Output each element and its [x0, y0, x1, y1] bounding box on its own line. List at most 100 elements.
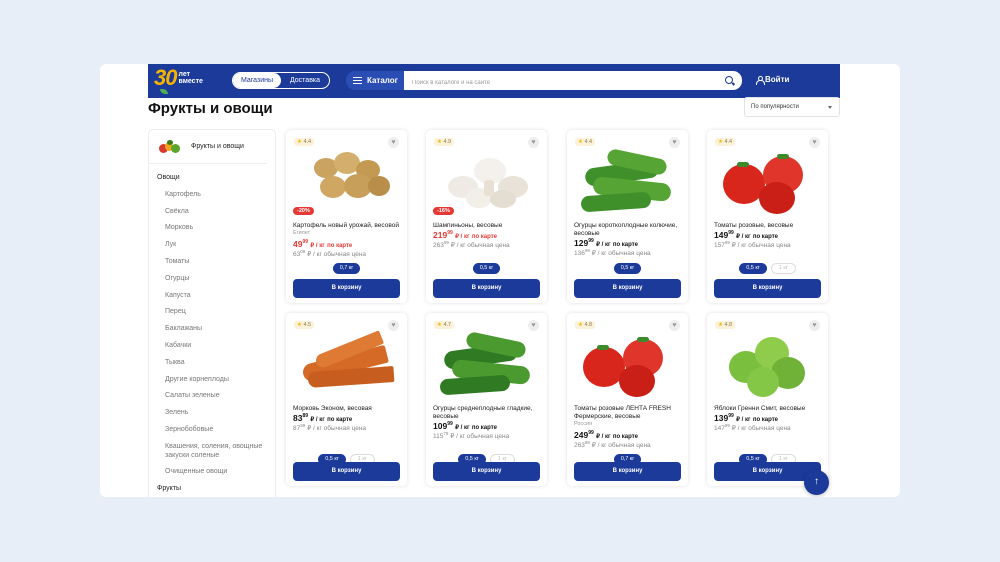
regular-unit: ₽ / кг обычная цена	[307, 251, 367, 259]
menu-icon	[353, 77, 362, 84]
product-card[interactable]: ★ 4.4 ♥ -20% Картофель новый урожай, весово…	[286, 130, 407, 303]
regular-unit: ₽ / кг обычная цена	[731, 242, 791, 250]
weight-options: 0,7 кг	[286, 263, 407, 274]
weight-option[interactable]: 0,7 кг	[332, 263, 361, 274]
add-to-cart-button[interactable]: В корзину	[293, 279, 400, 298]
add-to-cart-button[interactable]: В корзину	[433, 279, 540, 298]
product-card[interactable]: ★ 4.7 ♥ Огурцы среднеплодные гладкие, весо…	[426, 313, 547, 486]
weight-option[interactable]: 1 кг	[770, 263, 796, 274]
add-to-cart-button[interactable]: В корзину	[574, 462, 681, 481]
sidebar-item[interactable]: Картофель	[149, 187, 275, 204]
catalog-button[interactable]: Каталог	[346, 71, 404, 90]
product-name[interactable]: Томаты розовые, весовые	[714, 222, 826, 230]
product-image[interactable]	[707, 146, 828, 218]
price-int: 129	[574, 238, 589, 248]
sidebar-item[interactable]: Очищенные овощи	[149, 464, 275, 481]
sidebar-item[interactable]: Перец	[149, 304, 275, 321]
weight-option[interactable]: 0,5 кг	[613, 263, 642, 274]
rating-badge: ★ 4.9	[434, 138, 455, 146]
sidebar-item[interactable]: Другие корнеплоды	[149, 372, 275, 389]
rating-value: 4.8	[724, 322, 733, 328]
product-name[interactable]: Морковь Эконом, весовая	[293, 405, 405, 413]
product-name[interactable]: Яблоки Гренни Смит, весовые	[714, 405, 826, 413]
regular-price: 6309 ₽ / кг обычная цена	[293, 249, 366, 258]
sidebar-item[interactable]: Фрукты	[149, 481, 275, 497]
product-card[interactable]: ★ 4.8 ♥ Яблоки Гренни Смит, весовые 13999 ₽…	[707, 313, 828, 486]
card-price: 21999 ₽ / кг по карте	[433, 230, 497, 240]
sidebar-head[interactable]: Фрукты и овощи	[149, 130, 267, 164]
product-image[interactable]	[567, 329, 688, 401]
product-card[interactable]: ★ 4.4 ♥ Огурцы короткоплодные колючие, вес…	[567, 130, 688, 303]
sidebar-item[interactable]: Капуста	[149, 288, 275, 305]
search-input[interactable]	[404, 73, 704, 93]
product-image[interactable]	[286, 329, 407, 401]
rating-badge: ★ 4.4	[575, 138, 596, 146]
price-int: 149	[714, 230, 729, 240]
user-icon	[756, 75, 765, 85]
regular-frac: 99	[584, 440, 590, 445]
discount-badge: -20%	[293, 207, 314, 215]
weight-option[interactable]: 0,5 кг	[472, 263, 501, 274]
sidebar-item[interactable]: Квашения, соления, овощные закуски солен…	[149, 439, 275, 465]
regular-unit: ₽ / кг обычная цена	[591, 442, 651, 450]
mode-switch: Магазины Доставка	[232, 72, 330, 89]
sidebar-item[interactable]: Огурцы	[149, 271, 275, 288]
weight-options: 0,5 кг	[567, 263, 688, 274]
weight-option[interactable]: 0,5 кг	[739, 263, 767, 274]
product-name[interactable]: Картофель новый урожай, весовой	[293, 222, 405, 230]
regular-unit: ₽ / кг обычная цена	[450, 433, 510, 441]
weight-options: 0,5 кг 1 кг	[707, 263, 828, 274]
category-sidebar: Фрукты и овощи Овощи Картофель Свёкла Морко…	[148, 129, 276, 497]
sort-select[interactable]: По популярности	[744, 97, 840, 117]
star-icon: ★	[578, 139, 583, 145]
add-to-cart-button[interactable]: В корзину	[293, 462, 400, 481]
product-card[interactable]: ★ 4.9 ♥ -16% Шампиньоны, весовые 21999 ₽ / к…	[426, 130, 547, 303]
delivery-tab[interactable]: Доставка	[281, 73, 329, 88]
rating-value: 4.8	[584, 322, 593, 328]
product-card[interactable]: ★ 4.5 ♥ Морковь Эконом, весовая 8389 ₽ / кг…	[286, 313, 407, 486]
sidebar-item[interactable]: Лук	[149, 237, 275, 254]
sidebar-item[interactable]: Овощи	[149, 170, 275, 187]
leaf-icon	[160, 89, 168, 94]
sidebar-item[interactable]: Зернобобовые	[149, 422, 275, 439]
scroll-up-button[interactable]: ↑	[804, 470, 829, 495]
product-name[interactable]: Огурцы короткоплодные колючие, весовые	[574, 222, 686, 238]
login-button[interactable]: Войти	[756, 75, 789, 85]
sidebar-item[interactable]: Салаты зеленые	[149, 388, 275, 405]
regular-int: 263	[574, 442, 585, 450]
product-card[interactable]: ★ 4.8 ♥ Томаты розовые ЛЕНТА FRESH Фермерс…	[567, 313, 688, 486]
add-to-cart-button[interactable]: В корзину	[574, 279, 681, 298]
sidebar-item[interactable]: Морковь	[149, 220, 275, 237]
sidebar-item[interactable]: Баклажаны	[149, 321, 275, 338]
product-origin: Египет	[293, 230, 311, 236]
product-image[interactable]	[426, 329, 547, 401]
sidebar-item[interactable]: Кабачки	[149, 338, 275, 355]
product-image[interactable]	[567, 146, 688, 218]
logo-text-2: вместе	[178, 78, 203, 85]
product-card[interactable]: ★ 4.4 ♥ Томаты розовые, весовые 14999 ₽ / к…	[707, 130, 828, 303]
regular-price: 14799 ₽ / кг обычная цена	[714, 423, 791, 432]
logo[interactable]: 30 лет вместе	[154, 65, 203, 94]
rating-badge: ★ 4.7	[434, 321, 455, 329]
rating-badge: ★ 4.8	[575, 321, 596, 329]
favorites-icon[interactable]: ♡	[845, 74, 854, 86]
price-frac: 99	[302, 239, 309, 246]
stores-tab[interactable]: Магазины	[233, 73, 281, 88]
sidebar-item[interactable]: Тыква	[149, 355, 275, 372]
page-frame: 30 лет вместе Магазины Доставка Каталог …	[100, 64, 900, 497]
logo-number: 30	[154, 65, 178, 90]
add-to-cart-button[interactable]: В корзину	[433, 462, 540, 481]
product-name[interactable]: Томаты розовые ЛЕНТА FRESH Фермерские, в…	[574, 405, 686, 421]
product-name[interactable]: Шампиньоны, весовые	[433, 222, 545, 230]
sidebar-item[interactable]: Зелень	[149, 405, 275, 422]
price-frac: 99	[447, 421, 453, 428]
add-to-cart-button[interactable]: В корзину	[714, 279, 821, 298]
sidebar-item[interactable]: Томаты	[149, 254, 275, 271]
product-name[interactable]: Огурцы среднеплодные гладкие, весовые	[433, 405, 545, 421]
cart-icon[interactable]: 🛒︎	[863, 74, 876, 86]
sidebar-item[interactable]: Свёкла	[149, 204, 275, 221]
top-header: 30 лет вместе Магазины Доставка Каталог …	[148, 64, 876, 98]
star-icon: ★	[718, 139, 723, 145]
product-image[interactable]	[707, 329, 828, 401]
search-icon[interactable]	[725, 76, 733, 84]
